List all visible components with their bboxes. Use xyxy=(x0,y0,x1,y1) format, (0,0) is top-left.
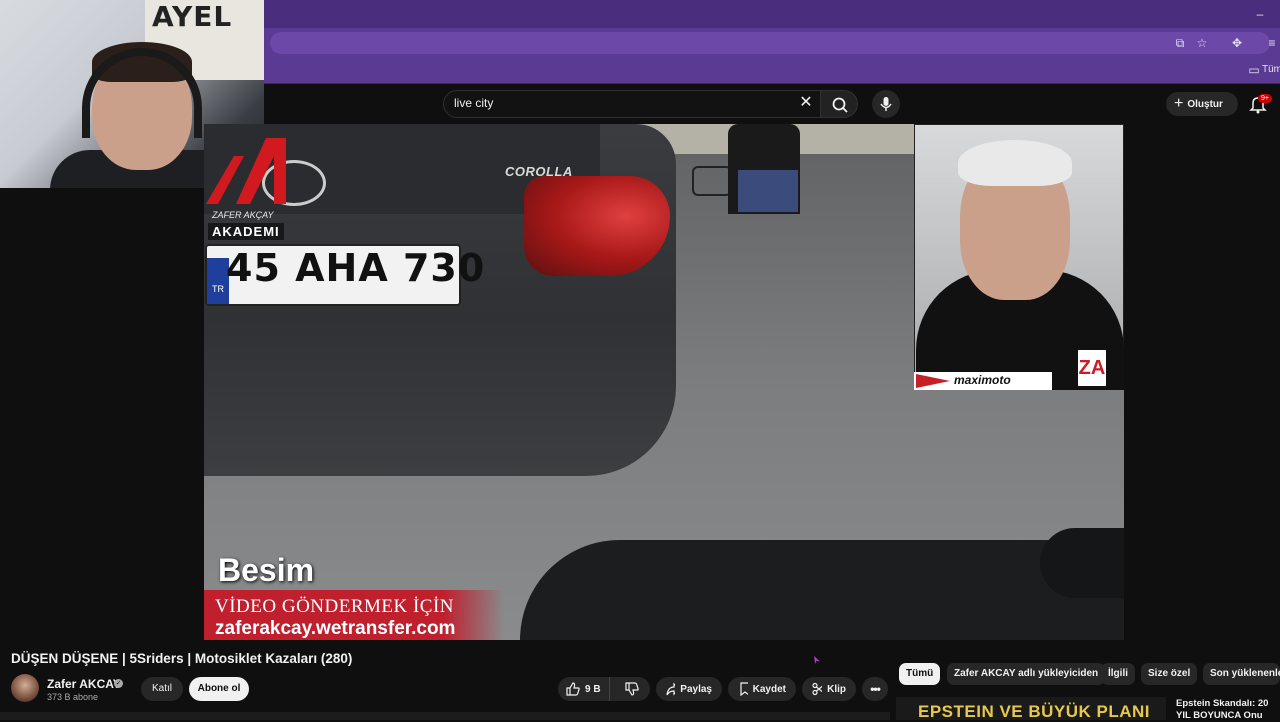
verified-badge-icon: ✓ xyxy=(114,679,123,688)
chip-all[interactable]: Tümü xyxy=(899,663,941,685)
microphone-icon xyxy=(880,97,892,111)
media-controls-icon[interactable]: ≡ xyxy=(1264,35,1280,51)
rider-name-caption: Besim xyxy=(218,552,315,588)
extensions-icon[interactable]: ✥ xyxy=(1229,35,1245,51)
bookmark-star-icon[interactable]: ☆ xyxy=(1194,35,1210,51)
pedestrian-legs xyxy=(738,170,798,212)
address-bar[interactable] xyxy=(270,32,1270,54)
subscribe-button[interactable]: Abone ol xyxy=(189,677,249,701)
plus-icon: + xyxy=(1174,95,1184,112)
mouse-cursor-icon xyxy=(814,656,820,664)
poster-text: AYEL xyxy=(152,0,233,33)
clip-label: Klip xyxy=(827,683,846,695)
thumbs-down-icon xyxy=(624,682,639,696)
player-letterbox-right xyxy=(1124,124,1280,640)
chip-for-you[interactable]: Size özel xyxy=(1141,663,1198,685)
player-letterbox-left xyxy=(0,188,204,640)
motorcycle-tank xyxy=(520,540,1124,640)
notification-count-badge: 9+ xyxy=(1258,94,1272,103)
bookmark-icon xyxy=(740,682,748,696)
browser-title-bar xyxy=(264,0,1280,28)
clip-button[interactable]: Klip xyxy=(802,677,856,701)
minimize-icon[interactable]: – xyxy=(1252,6,1268,22)
search-input[interactable] xyxy=(443,90,821,118)
channel-watermark-label: AKADEMI xyxy=(208,223,284,240)
install-app-icon[interactable]: ⧉ xyxy=(1172,35,1188,51)
thumbs-up-icon xyxy=(566,682,580,696)
channel-name[interactable]: Zafer AKCAY xyxy=(47,677,121,691)
search-icon xyxy=(832,97,848,113)
save-label: Kaydet xyxy=(752,683,786,695)
clear-search-icon[interactable]: ✕ xyxy=(797,94,815,112)
comments-section-edge xyxy=(0,712,890,720)
create-button[interactable]: + Oluştur xyxy=(1166,92,1238,116)
join-button[interactable]: Katıl xyxy=(141,677,183,701)
bookmarks-bar xyxy=(264,58,1280,84)
subscriber-count: 373 B abone xyxy=(47,692,99,702)
submission-banner-url: zaferakcay.wetransfer.com xyxy=(215,618,456,639)
host-shirt-logo: ZA xyxy=(1078,350,1106,386)
search-query-text: live city xyxy=(454,96,494,110)
like-button[interactable]: 9 B xyxy=(558,677,610,701)
voice-search-button[interactable] xyxy=(872,90,900,118)
like-count: 9 B xyxy=(585,683,601,695)
share-button[interactable]: Paylaş xyxy=(656,677,722,701)
plate-number: 45 AHA 730 xyxy=(226,246,486,290)
car-model-badge: COROLLA xyxy=(505,164,573,179)
recommended-video-title[interactable]: Epstein Skandalı: 20 YIL BOYUNCA Onu Ned… xyxy=(1176,698,1280,720)
chip-related[interactable]: İlgili xyxy=(1101,663,1135,685)
chip-from-uploader[interactable]: Zafer AKCAY adlı yükleyiciden xyxy=(947,663,1106,685)
share-icon xyxy=(666,682,676,696)
like-dislike-group: 9 B xyxy=(558,677,650,701)
motorcycle-mirror xyxy=(1040,528,1124,598)
host-hair xyxy=(958,140,1072,186)
thumbnail-caption: EPSTEIN VE BÜYÜK PLANI xyxy=(918,702,1151,721)
video-title: DÜŞEN DÜŞENE | 5Sriders | Motosiklet Kaz… xyxy=(11,651,353,666)
scissors-icon xyxy=(812,682,823,696)
create-label: Oluştur xyxy=(1187,98,1223,110)
search-button[interactable] xyxy=(820,90,858,118)
channel-watermark-name: ZAFER AKÇAY xyxy=(212,210,274,220)
dislike-button[interactable] xyxy=(615,677,649,701)
car-taillight xyxy=(524,176,670,276)
folder-icon[interactable]: ▭ xyxy=(1246,62,1262,78)
channel-watermark-icon xyxy=(204,134,286,204)
sponsor-logo-text: maximoto xyxy=(954,373,1011,387)
save-button[interactable]: Kaydet xyxy=(728,677,796,701)
share-label: Paylaş xyxy=(680,683,712,695)
all-bookmarks-label[interactable]: Tüm xyxy=(1262,64,1280,75)
submission-banner-line1: VİDEO GÖNDERMEK İÇİN xyxy=(215,596,455,617)
more-horizontal-icon: ••• xyxy=(870,682,881,696)
shopping-cart xyxy=(692,166,732,196)
channel-avatar[interactable] xyxy=(11,674,39,702)
more-actions-button[interactable]: ••• xyxy=(862,677,888,701)
chip-recently-uploaded[interactable]: Son yüklenenler xyxy=(1203,663,1280,685)
